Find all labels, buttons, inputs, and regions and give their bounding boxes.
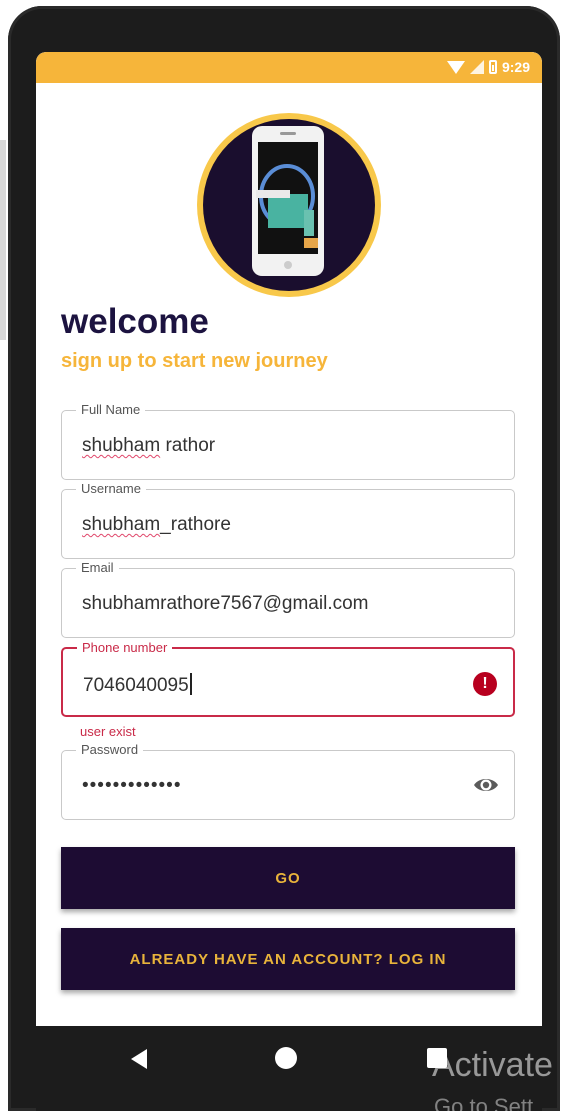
page-title: welcome bbox=[61, 302, 209, 341]
username-value-rest: _rathore bbox=[160, 514, 231, 535]
app-logo bbox=[197, 113, 381, 297]
go-button[interactable]: GO bbox=[61, 847, 515, 909]
full-name-value[interactable]: shubham rathor bbox=[82, 435, 215, 457]
back-icon[interactable] bbox=[131, 1049, 147, 1069]
error-icon: ! bbox=[473, 672, 497, 696]
email-field[interactable]: Email shubhamrathore7567@gmail.com bbox=[61, 560, 515, 638]
status-icons: 9:29 bbox=[446, 57, 530, 77]
username-value-first: shubham bbox=[82, 514, 161, 535]
phone-number-value[interactable]: 7046040095 bbox=[83, 673, 192, 697]
phone-error-text: user exist bbox=[80, 724, 136, 739]
password-field[interactable]: Password ••••••••••••• bbox=[61, 742, 515, 820]
text-cursor bbox=[189, 673, 192, 695]
status-time: 9:29 bbox=[501, 59, 530, 75]
email-label: Email bbox=[76, 560, 119, 576]
full-name-value-rest: rathor bbox=[160, 435, 216, 456]
page-subtitle: sign up to start new journey bbox=[61, 350, 328, 372]
password-value[interactable]: ••••••••••••• bbox=[82, 775, 181, 797]
password-label: Password bbox=[76, 742, 144, 758]
full-name-label: Full Name bbox=[76, 402, 146, 418]
username-field[interactable]: Username shubham_rathore bbox=[61, 481, 515, 559]
phone-number-field[interactable]: Phone number 7046040095 ! bbox=[61, 640, 515, 717]
phone-number-label: Phone number bbox=[77, 640, 173, 656]
full-name-field[interactable]: Full Name shubham rathor bbox=[61, 402, 515, 480]
eye-icon[interactable] bbox=[472, 773, 500, 797]
battery-icon bbox=[488, 60, 497, 74]
username-label: Username bbox=[76, 481, 146, 497]
device-side-edge bbox=[0, 140, 6, 340]
email-value[interactable]: shubhamrathore7567@gmail.com bbox=[82, 593, 369, 615]
home-icon[interactable] bbox=[275, 1047, 297, 1069]
app-screen: 9:29 welcome sign up to start new journe… bbox=[36, 52, 542, 1026]
status-bar: 9:29 bbox=[36, 52, 542, 83]
activation-watermark-sub: Go to Sett bbox=[434, 1094, 534, 1119]
wifi-icon bbox=[446, 60, 465, 74]
activation-watermark: Activate bbox=[432, 1046, 553, 1084]
full-name-value-first: shubham bbox=[82, 435, 161, 456]
signal-icon bbox=[469, 60, 484, 74]
phone-number-text: 7046040095 bbox=[83, 675, 189, 696]
login-button[interactable]: ALREADY HAVE AN ACCOUNT? LOG IN bbox=[61, 928, 515, 990]
username-value[interactable]: shubham_rathore bbox=[82, 514, 231, 536]
